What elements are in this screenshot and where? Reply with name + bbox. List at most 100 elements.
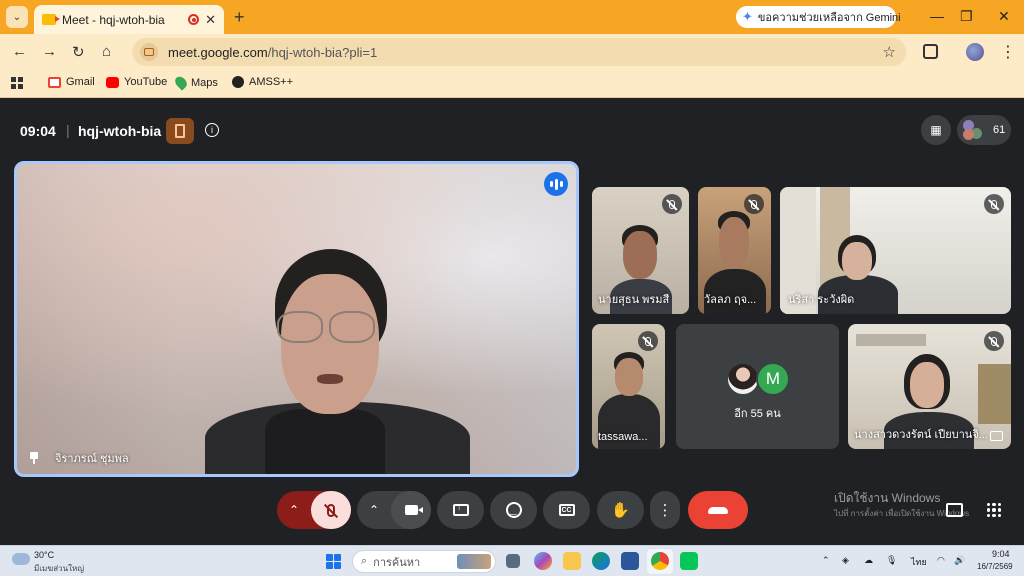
meeting-code: hqj-wtoh-bia — [78, 123, 162, 139]
search-placeholder: การค้นหา — [373, 556, 421, 569]
mic-off-icon — [327, 503, 335, 517]
camera-icon — [404, 505, 423, 515]
main-speaker-tile[interactable]: จิราภรณ์ ชุมพล — [14, 161, 579, 477]
host-controls-door-icon[interactable] — [166, 118, 194, 144]
bookmark-star-icon[interactable]: ☆ — [883, 43, 896, 61]
bookmark-maps[interactable]: Maps — [172, 74, 218, 91]
participant-avatar — [726, 362, 760, 396]
restore-icon[interactable]: ❐ — [960, 8, 973, 25]
reload-icon[interactable]: ↻ — [72, 43, 85, 61]
tray-app-icon[interactable]: ◈ — [842, 555, 849, 566]
mic-off-icon — [662, 194, 682, 214]
mic-options-chevron-icon[interactable]: ⌃ — [277, 503, 311, 517]
profile-avatar[interactable] — [966, 43, 984, 61]
participant-tile[interactable]: tassawa... — [592, 324, 665, 449]
tray-cloud-icon[interactable]: ☁ — [864, 555, 873, 566]
new-tab-button[interactable]: + — [234, 7, 245, 28]
globe-icon — [232, 76, 244, 88]
participant-name: tassawa... — [598, 431, 648, 443]
volume-icon[interactable]: 🔊 — [954, 555, 965, 566]
raise-hand-button[interactable]: ✋ — [597, 491, 644, 529]
activities-grid-icon[interactable] — [987, 503, 1001, 517]
participants-button[interactable]: 61 — [957, 115, 1011, 145]
bookmarks-bar: Gmail YouTube Maps AMSS++ — [0, 70, 1024, 98]
tray-overflow-icon[interactable]: ⌃ — [822, 555, 830, 566]
browser-menu-icon[interactable]: ⋮ — [1000, 42, 1016, 62]
wifi-icon[interactable]: ◠ — [937, 555, 945, 566]
search-icon: ⌕ — [361, 555, 368, 567]
emoji-icon: ‿ — [505, 502, 522, 518]
task-view-icon[interactable] — [506, 554, 520, 568]
gemini-button[interactable]: ✦ ขอความช่วยเหลือจาก Gemini — [736, 6, 901, 28]
window-close-icon[interactable]: ✕ — [998, 8, 1010, 25]
participant-count: 61 — [993, 124, 1006, 136]
mic-off-icon — [638, 331, 658, 351]
tab-meet[interactable]: Meet - hqj-wtoh-bia ✕ — [34, 5, 224, 34]
line-icon[interactable] — [680, 552, 698, 570]
taskbar-clock-time[interactable]: 9:04 — [992, 549, 1010, 559]
more-participants-label: อีก 55 คน — [734, 408, 781, 420]
participant-avatars-icon — [963, 120, 983, 140]
mic-off-icon — [744, 194, 764, 214]
input-language[interactable]: ไทย — [911, 555, 927, 569]
more-options-icon: ⋮ — [657, 502, 673, 519]
tray-mic-icon[interactable]: 🎙 — [886, 555, 897, 566]
participant-tile[interactable]: นริสา ระวังผิด — [780, 187, 1011, 314]
edge-icon[interactable] — [592, 552, 610, 570]
meeting-clock: 09:04 — [20, 123, 56, 139]
gemini-label: ขอความช่วยเหลือจาก Gemini — [757, 12, 901, 24]
tab-close-icon[interactable]: ✕ — [205, 12, 216, 28]
bookmark-amss[interactable]: AMSS++ — [232, 76, 293, 88]
camera-options-chevron-icon[interactable]: ⌃ — [357, 503, 391, 517]
tab-search-button[interactable]: ⌄ — [6, 6, 28, 28]
captions-icon: CC — [558, 504, 575, 516]
meeting-info-icon[interactable]: i — [205, 123, 219, 137]
participant-tile[interactable]: นายสุธน พรมสี — [592, 187, 689, 314]
copilot-icon[interactable] — [534, 552, 552, 570]
youtube-icon — [106, 76, 119, 88]
chrome-icon[interactable] — [651, 552, 669, 570]
more-participants-tile[interactable]: M อีก 55 คน — [676, 324, 839, 449]
store-icon[interactable] — [621, 552, 639, 570]
extensions-icon[interactable] — [923, 44, 938, 59]
captions-button[interactable]: CC — [543, 491, 590, 529]
search-highlight-image — [457, 554, 491, 569]
present-button[interactable] — [437, 491, 484, 529]
windows-taskbar: 30°C มีเมฆส่วนใหญ่ ⌕ การค้นหา ⌃ ◈ ☁ 🎙 ไท… — [0, 545, 1024, 576]
back-icon[interactable]: ← — [12, 43, 27, 60]
home-icon[interactable]: ⌂ — [102, 43, 111, 60]
participant-tile[interactable]: นางสาวดวงรัตน์ เปียบานจิ... — [848, 324, 1011, 449]
apps-grid-icon[interactable] — [11, 77, 23, 89]
browser-toolbar: ← → ↻ ⌂ meet.google.com/hqj-wtoh-bia?pli… — [0, 34, 1024, 70]
raise-hand-icon: ✋ — [611, 502, 630, 519]
mic-toggle-button[interactable] — [311, 491, 351, 529]
camera-toggle-button[interactable] — [391, 491, 431, 529]
end-call-button[interactable] — [688, 491, 748, 529]
bookmark-youtube[interactable]: YouTube — [106, 76, 167, 88]
url-text: meet.google.com/hqj-wtoh-bia?pli=1 — [168, 44, 378, 60]
picture-in-picture-icon[interactable] — [990, 431, 1003, 441]
more-options-button[interactable]: ⋮ — [650, 491, 680, 529]
taskbar-clock-date[interactable]: 16/7/2569 — [977, 562, 1013, 571]
file-explorer-icon[interactable] — [563, 552, 581, 570]
participant-name: วัลลภ ฤจ... — [704, 294, 757, 306]
pin-icon[interactable] — [29, 452, 39, 464]
site-info-icon[interactable] — [140, 43, 158, 61]
weather-cloud-icon[interactable] — [12, 553, 30, 565]
taskbar-search[interactable]: ⌕ การค้นหา — [352, 550, 496, 573]
minimize-icon[interactable]: — — [930, 8, 944, 24]
meeting-tools-icon[interactable]: ▦ — [921, 115, 951, 145]
weather-temperature[interactable]: 30°C — [34, 550, 54, 560]
chat-icon[interactable] — [946, 503, 963, 517]
bookmark-gmail[interactable]: Gmail — [48, 76, 95, 88]
header-separator: | — [66, 122, 70, 138]
main-speaker-name: จิราภรณ์ ชุมพล — [55, 453, 129, 465]
reactions-button[interactable]: ‿ — [490, 491, 537, 529]
address-bar[interactable]: meet.google.com/hqj-wtoh-bia?pli=1 ☆ — [132, 38, 906, 66]
maps-pin-icon — [172, 74, 190, 91]
weather-description[interactable]: มีเมฆส่วนใหญ่ — [34, 562, 84, 575]
participant-tile[interactable]: วัลลภ ฤจ... — [698, 187, 771, 314]
forward-icon[interactable]: → — [42, 43, 57, 60]
start-menu-icon[interactable] — [326, 554, 341, 569]
gemini-sparkle-icon: ✦ — [742, 9, 753, 24]
